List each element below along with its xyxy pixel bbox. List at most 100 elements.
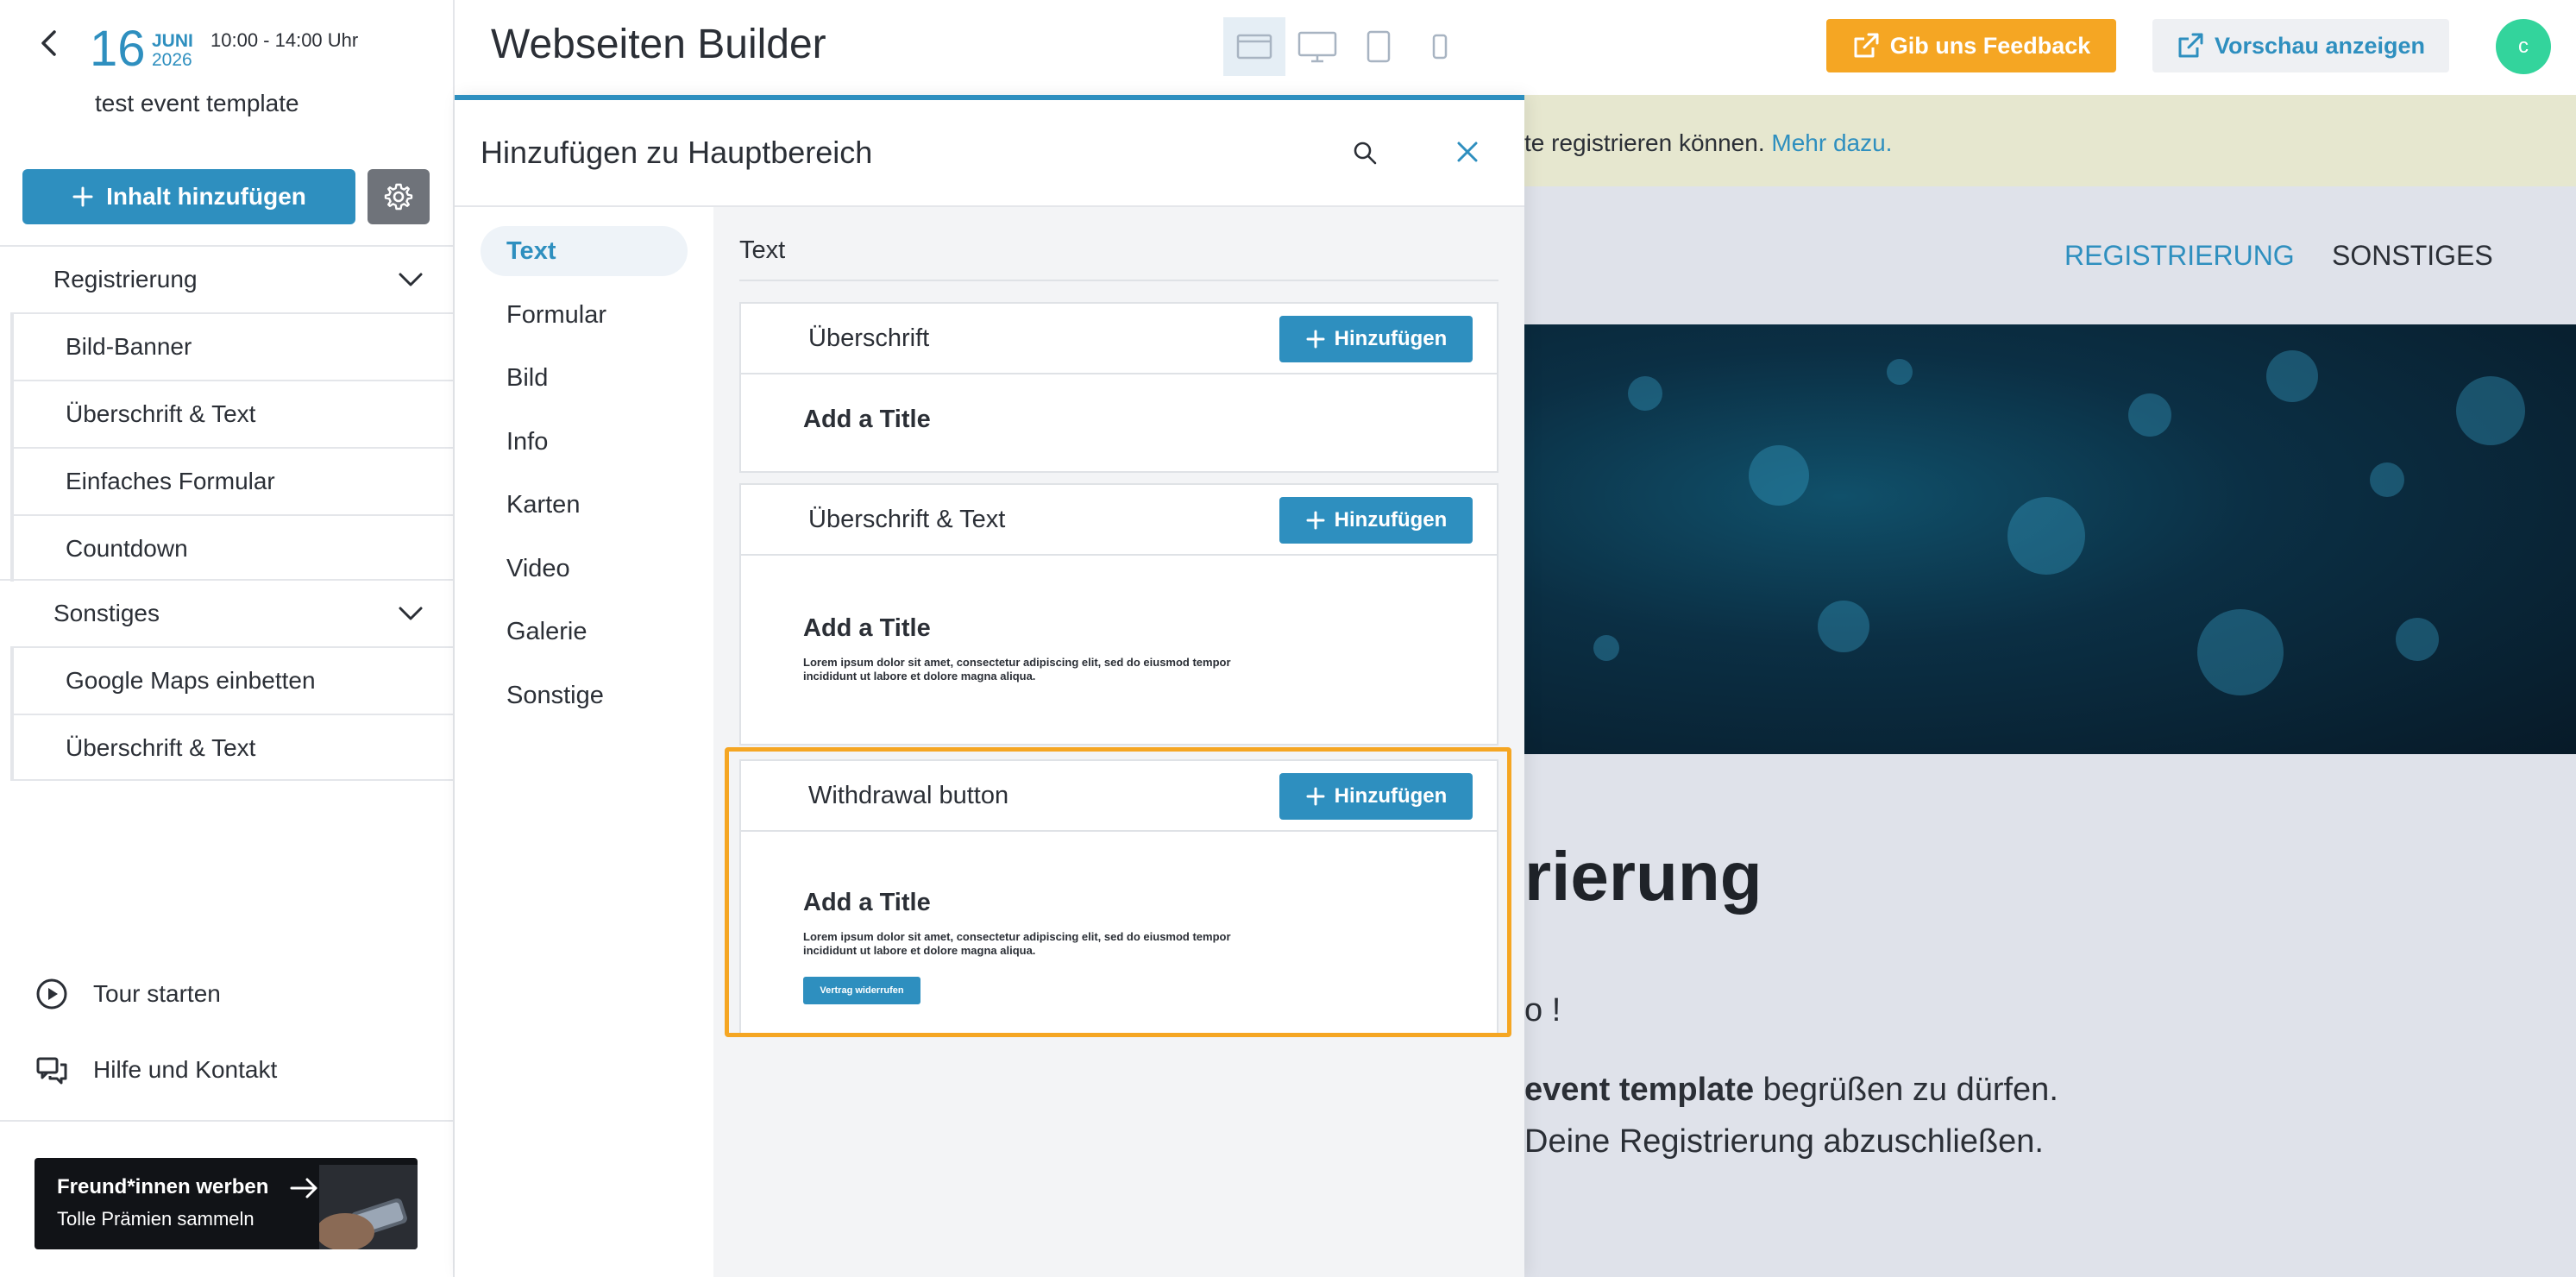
arrow-right-icon	[290, 1175, 319, 1201]
event-time: 10:00 - 14:00 Uhr	[210, 29, 359, 51]
block-card-header: Überschrift & Text Hinzufügen	[741, 485, 1497, 556]
category-galerie[interactable]: Galerie	[481, 607, 688, 657]
section-label: Text	[739, 236, 786, 264]
event-date-day: 16	[90, 21, 146, 77]
block-card-header: Überschrift Hinzufügen	[741, 304, 1497, 374]
nav-group-label: Registrierung	[53, 266, 198, 293]
browser-window-icon	[1236, 32, 1272, 61]
help-contact-link[interactable]: Hilfe und Kontakt	[35, 1051, 277, 1089]
help-contact-label: Hilfe und Kontakt	[93, 1056, 278, 1083]
event-name: test event template	[95, 90, 299, 116]
notice-text-body: te registrieren können.	[1524, 129, 1765, 156]
notice-more-link[interactable]: Mehr dazu.	[1771, 129, 1892, 156]
phone-icon	[1431, 34, 1448, 60]
preview-label: Vorschau anzeigen	[2214, 32, 2426, 59]
feedback-button[interactable]: Gib uns Feedback	[1826, 19, 2116, 72]
add-content-button[interactable]: Inhalt hinzufügen	[22, 169, 355, 224]
back-arrow-icon[interactable]	[35, 28, 66, 59]
settings-button[interactable]	[368, 169, 430, 224]
phone-hand-image	[319, 1165, 418, 1249]
plus-icon	[1305, 510, 1326, 531]
nav-item-label: Einfaches Formular	[66, 468, 275, 494]
welcome-paragraph-rest: begrüßen zu dürfen.	[1754, 1072, 2058, 1108]
nav-item-label: Countdown	[66, 535, 188, 562]
nav-item-ueberschrift-text[interactable]: Überschrift & Text	[10, 380, 453, 447]
divider	[0, 1120, 453, 1122]
add-block-button[interactable]: Hinzufügen	[1279, 497, 1473, 544]
nav-item-label: Überschrift & Text	[66, 400, 256, 427]
nav-group-registrierung[interactable]: Registrierung	[0, 245, 453, 312]
nav-item-einfaches-formular[interactable]: Einfaches Formular	[10, 447, 453, 514]
sidebar: 16 JUNI 2026 10:00 - 14:00 Uhr test even…	[0, 0, 455, 1277]
gear-icon	[384, 182, 413, 211]
close-icon[interactable]	[1455, 140, 1480, 164]
device-tablet-button[interactable]	[1348, 17, 1410, 76]
tour-start-label: Tour starten	[93, 980, 221, 1007]
site-nav-sonstiges[interactable]: SONSTIGES	[2332, 240, 2493, 272]
page-title: Webseiten Builder	[491, 22, 826, 67]
event-date-year: 2026	[152, 50, 192, 70]
category-text[interactable]: Text	[481, 226, 688, 276]
plus-icon	[1305, 329, 1326, 349]
category-formular[interactable]: Formular	[481, 290, 688, 340]
promo-title: Freund*innen werben	[57, 1175, 269, 1198]
block-card-ueberschrift: Überschrift Hinzufügen Add a Title	[739, 302, 1498, 473]
chat-icon	[35, 1053, 69, 1087]
event-name-bold: event template	[1524, 1072, 1755, 1108]
add-content-panel: Hinzufügen zu Hauptbereich Text Formular…	[455, 95, 1524, 1277]
play-circle-icon	[35, 977, 69, 1011]
nav-group-sonstiges[interactable]: Sonstiges	[0, 579, 453, 646]
feedback-label: Gib uns Feedback	[1889, 32, 2091, 59]
divider	[739, 280, 1498, 281]
registration-paragraph: Deine Registrierung abzuschließen.	[1524, 1123, 2044, 1160]
tablet-icon	[1366, 30, 1392, 63]
category-karten[interactable]: Karten	[481, 480, 688, 530]
nav-group-label: Sonstiges	[53, 600, 160, 626]
category-sonstige[interactable]: Sonstige	[481, 670, 688, 720]
add-block-label: Hinzufügen	[1334, 508, 1448, 532]
top-bar: Webseiten Builder Gib uns Feedback Vorsc…	[455, 0, 2576, 95]
greeting-text: o !	[1524, 992, 1561, 1029]
external-link-icon	[1852, 32, 1880, 60]
plus-icon	[72, 186, 94, 208]
nav-item-google-maps[interactable]: Google Maps einbetten	[10, 646, 453, 714]
tour-start-link[interactable]: Tour starten	[35, 975, 221, 1013]
referral-promo-banner[interactable]: Freund*innen werben Tolle Prämien sammel…	[35, 1158, 418, 1249]
device-desktop-wide-button[interactable]	[1223, 17, 1285, 76]
preview-title: Add a Title	[803, 406, 931, 433]
block-name: Überschrift	[808, 324, 930, 352]
add-block-label: Hinzufügen	[1334, 327, 1448, 350]
preview-title: Add a Title	[803, 614, 931, 642]
chevron-down-icon[interactable]	[398, 603, 424, 624]
nav-item-label: Google Maps einbetten	[66, 667, 316, 694]
nav-item-countdown[interactable]: Countdown	[10, 514, 453, 582]
nav-item-bild-banner[interactable]: Bild-Banner	[10, 312, 453, 380]
category-bild[interactable]: Bild	[481, 353, 688, 403]
block-list: Text Überschrift Hinzufügen Add a Title …	[713, 207, 1524, 1277]
highlight-outline	[725, 747, 1511, 1037]
block-card-ueberschrift-text: Überschrift & Text Hinzufügen Add a Titl…	[739, 483, 1498, 745]
add-block-button[interactable]: Hinzufügen	[1279, 316, 1473, 362]
search-icon[interactable]	[1352, 140, 1378, 166]
welcome-paragraph: event template begrüßen zu dürfen.	[1524, 1072, 2058, 1109]
external-link-icon	[2177, 32, 2204, 60]
category-list: Text Formular Bild Info Karten Video Gal…	[455, 207, 713, 1277]
category-video[interactable]: Video	[481, 544, 688, 594]
event-date-month: JUNI	[152, 31, 193, 51]
category-info[interactable]: Info	[481, 417, 688, 467]
section-heading: rierung	[1524, 838, 1762, 915]
site-nav-registrierung[interactable]: REGISTRIERUNG	[2064, 240, 2295, 272]
add-content-label: Inhalt hinzufügen	[106, 183, 306, 210]
nav-item-label: Bild-Banner	[66, 333, 192, 360]
avatar[interactable]: c	[2496, 19, 2551, 74]
preview-button[interactable]: Vorschau anzeigen	[2152, 19, 2449, 72]
hero-banner-image	[1524, 324, 2576, 754]
panel-title: Hinzufügen zu Hauptbereich	[481, 135, 873, 170]
promo-subtitle: Tolle Prämien sammeln	[57, 1208, 254, 1230]
device-desktop-button[interactable]	[1286, 17, 1348, 76]
preview-text: Lorem ipsum dolor sit amet, consectetur …	[803, 656, 1231, 683]
nav-item-ueberschrift-text-2[interactable]: Überschrift & Text	[10, 714, 453, 781]
notice-text: te registrieren können. Mehr dazu.	[1524, 129, 1892, 157]
chevron-down-icon[interactable]	[398, 269, 424, 290]
device-mobile-button[interactable]	[1409, 17, 1471, 76]
